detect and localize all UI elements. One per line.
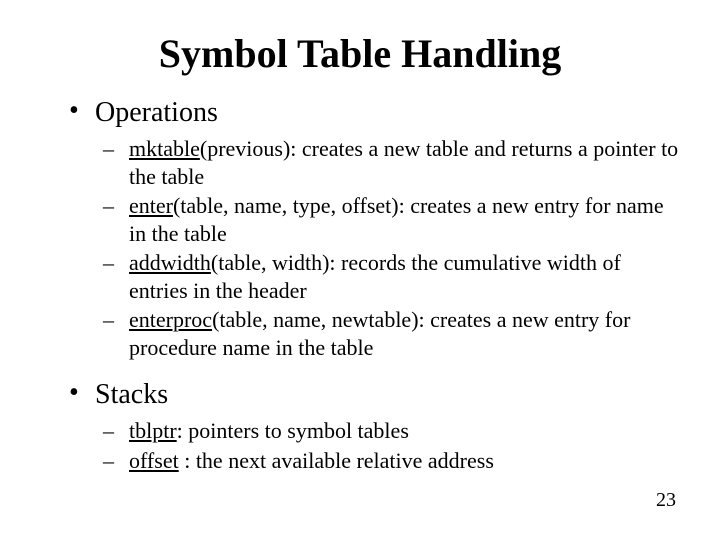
item-text: (table, name, type, offset): creates a n… — [129, 193, 664, 246]
list-item: addwidth(table, width): records the cumu… — [125, 249, 680, 304]
list-item: enter(table, name, type, offset): create… — [125, 192, 680, 247]
slide: Symbol Table Handling Operations mktable… — [0, 0, 720, 540]
slide-title: Symbol Table Handling — [40, 30, 680, 77]
section-heading: Operations — [95, 97, 218, 128]
section-heading: Stacks — [95, 379, 168, 410]
list-item: mktable(previous): creates a new table a… — [125, 135, 680, 190]
stacks-list: tblptr: pointers to symbol tables offset… — [95, 417, 680, 474]
term-enterproc: enterproc — [129, 307, 212, 332]
term-enter: enter — [129, 193, 173, 218]
term-addwidth: addwidth — [129, 250, 211, 275]
term-offset: offset — [129, 448, 179, 473]
section-operations: Operations mktable(previous): creates a … — [95, 97, 680, 361]
term-mktable: mktable — [129, 136, 200, 161]
operations-list: mktable(previous): creates a new table a… — [95, 135, 680, 361]
list-item: tblptr: pointers to symbol tables — [125, 417, 680, 445]
item-text: (previous): creates a new table and retu… — [129, 136, 678, 189]
term-tblptr: tblptr — [129, 418, 177, 443]
list-item: enterproc(table, name, newtable): create… — [125, 306, 680, 361]
section-stacks: Stacks tblptr: pointers to symbol tables… — [95, 379, 680, 474]
item-text: : pointers to symbol tables — [177, 418, 409, 443]
page-number: 23 — [656, 489, 676, 512]
list-item: offset : the next available relative add… — [125, 447, 680, 475]
item-text: : the next available relative address — [179, 448, 494, 473]
bullet-list: Operations mktable(previous): creates a … — [40, 97, 680, 474]
